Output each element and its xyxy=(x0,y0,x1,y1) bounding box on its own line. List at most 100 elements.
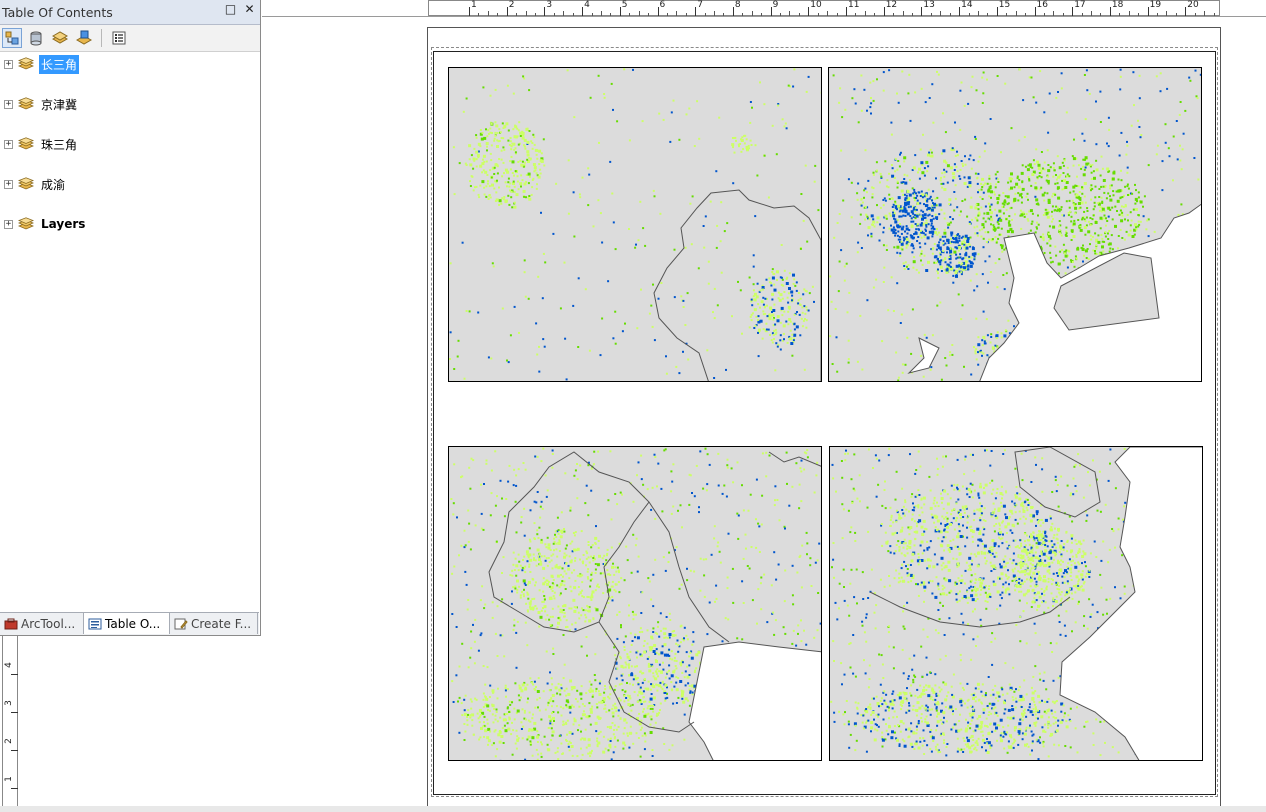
land-pixel xyxy=(1087,230,1091,234)
land-pixel xyxy=(664,636,667,639)
land-pixel xyxy=(780,244,783,246)
land-pixel xyxy=(563,570,566,573)
land-pixel xyxy=(906,190,910,193)
land-pixel xyxy=(771,298,774,301)
land-pixel xyxy=(1069,494,1072,497)
land-pixel xyxy=(946,164,950,168)
land-pixel xyxy=(542,252,545,255)
land-pixel xyxy=(1050,261,1053,264)
land-pixel xyxy=(511,569,514,572)
land-pixel xyxy=(496,132,499,134)
land-pixel xyxy=(565,619,568,622)
land-pixel xyxy=(905,227,909,231)
land-pixel xyxy=(915,525,918,528)
land-pixel xyxy=(528,553,532,557)
land-pixel xyxy=(892,310,895,312)
land-pixel xyxy=(749,493,752,496)
land-pixel xyxy=(622,732,625,735)
land-pixel xyxy=(1025,693,1028,696)
land-pixel xyxy=(1040,176,1043,179)
land-pixel xyxy=(518,585,521,588)
land-pixel xyxy=(550,727,553,730)
land-pixel xyxy=(997,223,1000,226)
land-pixel xyxy=(839,87,842,90)
land-pixel xyxy=(753,308,757,312)
map-frame-top-left[interactable] xyxy=(448,67,822,382)
land-pixel xyxy=(614,685,617,688)
land-pixel xyxy=(930,151,933,154)
land-pixel xyxy=(580,758,583,760)
land-pixel xyxy=(1026,192,1029,195)
land-pixel xyxy=(904,201,907,205)
land-pixel xyxy=(760,523,763,526)
land-pixel xyxy=(845,700,848,702)
land-pixel xyxy=(757,328,761,332)
land-pixel xyxy=(494,632,497,635)
land-pixel xyxy=(1111,528,1114,530)
land-pixel xyxy=(1014,539,1017,542)
land-pixel xyxy=(802,293,805,296)
land-pixel xyxy=(578,193,581,196)
land-pixel xyxy=(628,658,631,661)
land-pixel xyxy=(1071,231,1074,233)
land-pixel xyxy=(648,646,651,649)
land-pixel xyxy=(721,492,724,495)
land-pixel xyxy=(842,199,845,202)
land-pixel xyxy=(1026,168,1030,172)
land-pixel xyxy=(918,233,921,236)
map-frame-top-right[interactable] xyxy=(828,67,1202,382)
land-pixel xyxy=(882,231,885,234)
land-pixel xyxy=(609,574,612,576)
land-pixel xyxy=(1004,82,1007,85)
land-pixel xyxy=(472,167,475,170)
land-pixel xyxy=(1119,68,1122,71)
land-pixel xyxy=(607,499,610,502)
land-pixel xyxy=(871,223,873,226)
map-frame-bottom-right[interactable] xyxy=(829,446,1203,761)
land-pixel xyxy=(536,491,539,493)
land-pixel xyxy=(953,250,957,254)
land-pixel xyxy=(799,303,802,306)
land-pixel xyxy=(479,164,483,168)
land-pixel xyxy=(587,556,590,559)
land-pixel xyxy=(937,268,939,271)
ruler-baseline xyxy=(262,16,1266,17)
land-pixel xyxy=(612,715,615,718)
land-pixel xyxy=(541,743,543,746)
land-pixel xyxy=(873,225,876,228)
land-pixel xyxy=(682,639,685,642)
land-pixel xyxy=(783,125,786,128)
land-pixel xyxy=(951,218,954,221)
land-pixel xyxy=(762,310,765,313)
land-pixel xyxy=(578,705,581,708)
land-pixel xyxy=(857,121,860,124)
land-pixel xyxy=(536,690,540,693)
land-pixel xyxy=(898,165,901,168)
land-pixel xyxy=(1110,234,1113,237)
land-pixel xyxy=(909,119,912,122)
land-pixel xyxy=(636,665,638,668)
ruler-label: 4 xyxy=(584,0,590,10)
land-pixel xyxy=(1117,178,1120,181)
land-pixel xyxy=(890,133,893,136)
map-frame-bottom-left[interactable] xyxy=(448,446,822,761)
land-pixel xyxy=(547,748,551,752)
land-pixel xyxy=(470,630,473,633)
land-pixel xyxy=(566,625,569,628)
land-pixel xyxy=(565,562,568,565)
land-pixel xyxy=(776,499,779,501)
land-pixel xyxy=(527,697,529,700)
land-pixel xyxy=(563,530,566,533)
land-pixel xyxy=(691,643,694,646)
land-pixel xyxy=(497,733,501,737)
land-pixel xyxy=(1000,244,1004,248)
land-pixel xyxy=(535,153,538,156)
land-pixel xyxy=(974,232,977,235)
land-pixel xyxy=(590,683,593,686)
land-pixel xyxy=(668,748,671,751)
ruler-minor-tick xyxy=(817,13,819,16)
horizontal-ruler[interactable]: 1 2 3 4 5 6 7 8 9 10 11 12 13 14 15 16 17 18 19 20 xyxy=(428,0,1220,16)
land-pixel xyxy=(1057,91,1059,93)
vertical-ruler[interactable]: 4321 xyxy=(2,636,18,812)
land-pixel xyxy=(609,737,612,740)
